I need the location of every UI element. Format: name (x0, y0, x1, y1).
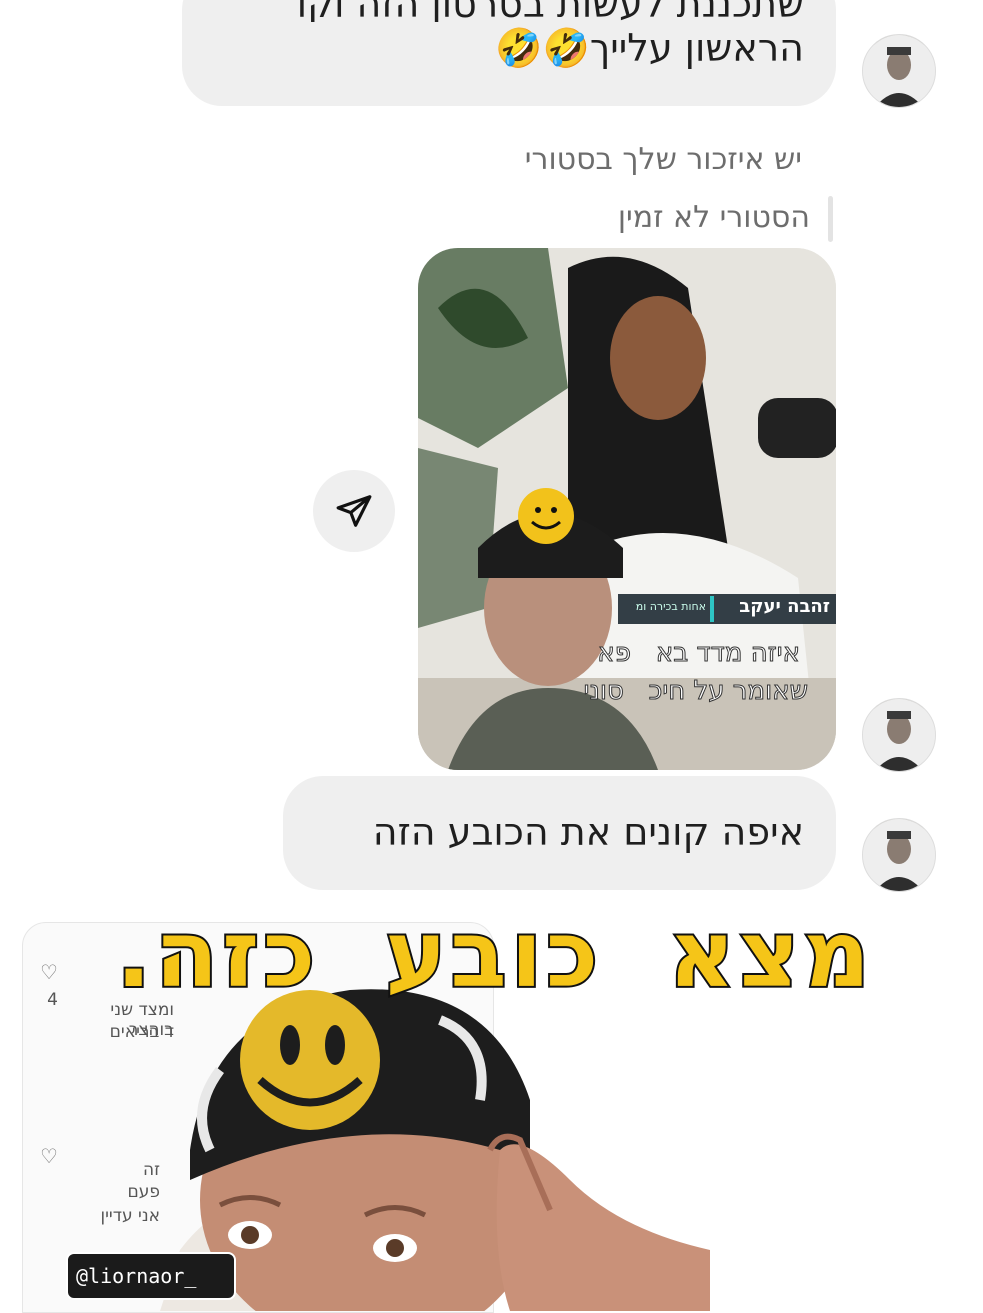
reply-bar (828, 196, 833, 242)
reply-status: הסטורי לא זמין (617, 200, 810, 235)
story-caption-tag: אחות בכירה ומ (635, 600, 706, 613)
paper-plane-icon (336, 495, 372, 527)
overlay-title: מצא כובע כזה. (114, 899, 874, 1010)
reply-header: יש איזכור שלך בסטורי (524, 142, 802, 177)
story-caption-line-1: איזה מדד בא פא (597, 638, 801, 669)
share-button[interactable] (313, 470, 395, 552)
story-caption-name: זהבה יעקב (739, 596, 830, 617)
story-preview[interactable]: זהבה יעקב אחות בכירה ומ איזה מדד בא פא ש… (418, 248, 836, 770)
avatar[interactable] (862, 698, 936, 772)
message-line-1: שתכננת לעשות בסרטון הזה וקו (296, 0, 804, 22)
watermark-handle: @liornaor_ (66, 1252, 236, 1300)
message-line-2: הראשון עלייך🤣🤣 (214, 22, 804, 74)
message-line-2-text: הראשון עלייך (589, 26, 804, 70)
like-count: 4 (47, 990, 58, 1010)
heart-icon[interactable]: ♡ (40, 1144, 58, 1168)
laughing-emoji: 🤣🤣 (495, 26, 590, 70)
story-caption-line-2: שאומר על חיכ סוני (583, 676, 808, 707)
avatar[interactable] (862, 34, 936, 108)
heart-icon[interactable]: ♡ (40, 960, 58, 984)
message-bubble-question: איפה קונים את הכובע הזה (283, 776, 836, 890)
message-bubble-top: שתכננת לעשות בסרטון הזה וקו הראשון עלייך… (182, 0, 836, 106)
comment-line-5: אני עדיין (100, 1206, 160, 1226)
avatar[interactable] (862, 818, 936, 892)
